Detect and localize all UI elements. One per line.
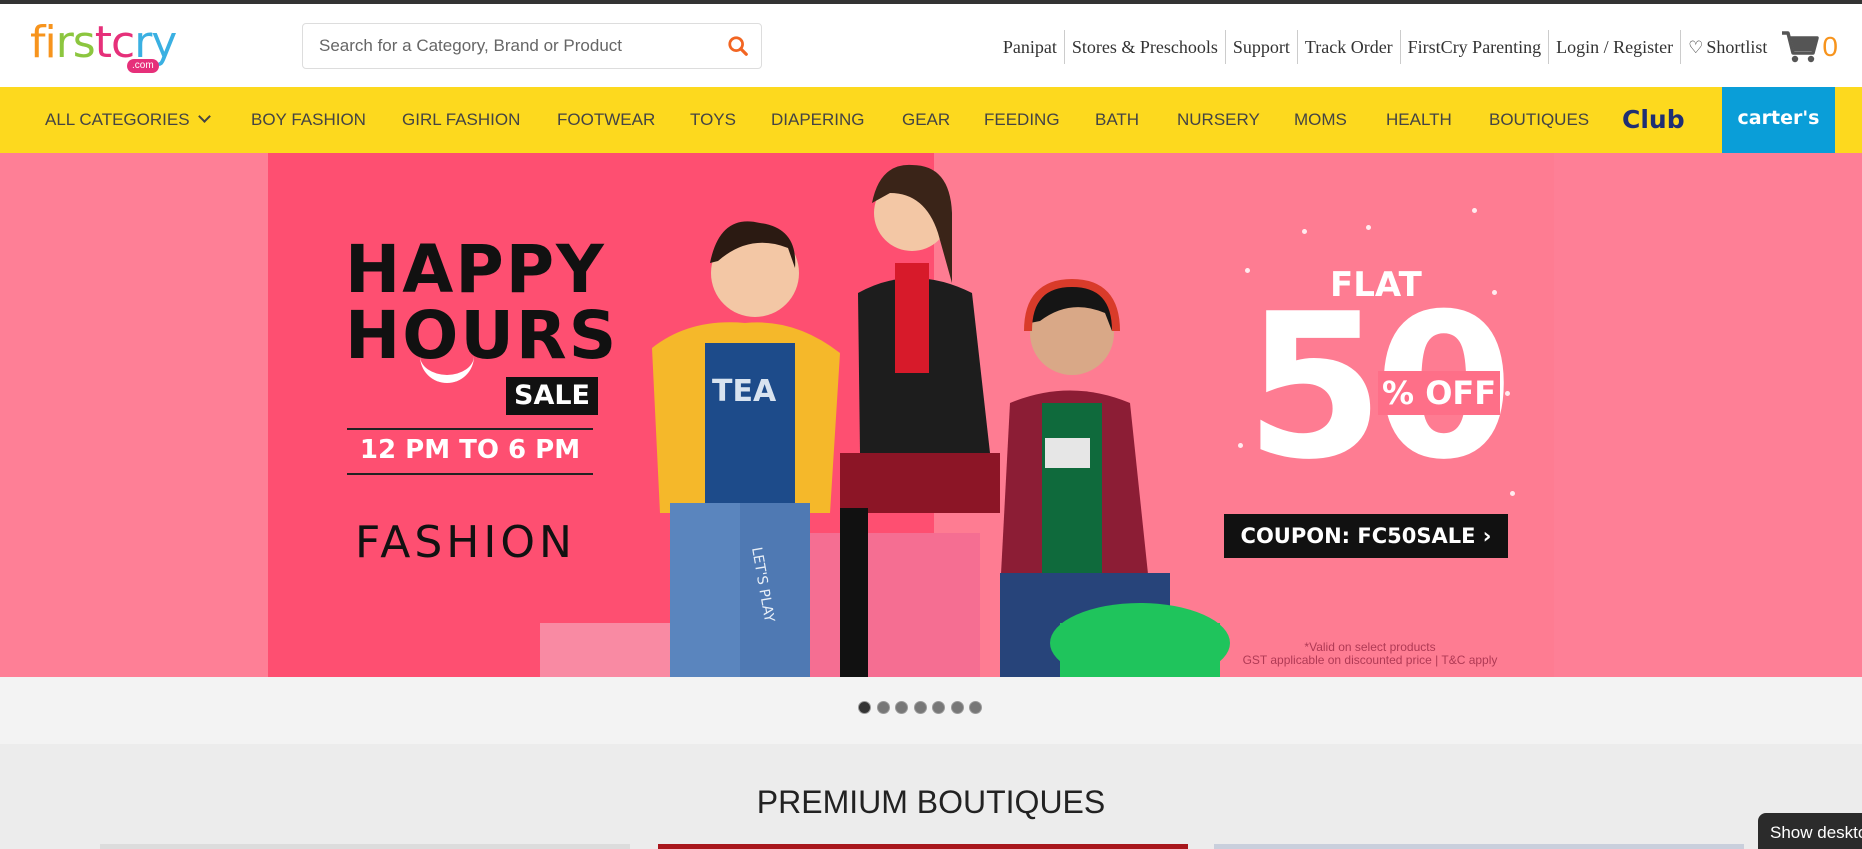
- coupon-code[interactable]: COUPON: FC50SALE ›: [1224, 514, 1508, 558]
- stores-preschools-link[interactable]: Stores & Preschools: [1065, 29, 1226, 64]
- search-input[interactable]: [319, 24, 709, 68]
- cart-icon: [1782, 30, 1820, 62]
- heart-icon: ♡: [1688, 37, 1704, 57]
- cart-count: 0: [1822, 30, 1838, 62]
- search-icon[interactable]: [727, 35, 749, 57]
- kids-photo: TEA LET'S PLAY: [540, 164, 1230, 677]
- carousel-dot[interactable]: [932, 701, 945, 714]
- carters-link[interactable]: carter's: [1722, 87, 1835, 153]
- nav-moms[interactable]: MOMS: [1294, 87, 1347, 153]
- nav-toys[interactable]: TOYS: [690, 87, 736, 153]
- search-box: [302, 23, 762, 69]
- nav-diapering[interactable]: DIAPERING: [771, 87, 865, 153]
- login-register-link[interactable]: Login / Register: [1549, 29, 1682, 64]
- nav-boy-fashion[interactable]: BOY FASHION: [251, 87, 366, 153]
- show-desktop-button[interactable]: Show deskto: [1758, 813, 1862, 849]
- premium-boutiques-section: PREMIUM BOUTIQUES: [0, 744, 1862, 849]
- nav-nursery[interactable]: NURSERY: [1177, 87, 1260, 153]
- hero-banner[interactable]: HAPPY HOURS SALE 12 PM TO 6 PM FASHION T…: [0, 153, 1862, 677]
- nav-bath[interactable]: BATH: [1095, 87, 1139, 153]
- carousel-dot[interactable]: [876, 701, 890, 714]
- support-link[interactable]: Support: [1226, 29, 1298, 64]
- nav-gear[interactable]: GEAR: [902, 87, 950, 153]
- parenting-link[interactable]: FirstCry Parenting: [1401, 29, 1550, 64]
- shortlist-link[interactable]: ♡ Shortlist: [1681, 30, 1774, 64]
- nav-label: ALL CATEGORIES: [45, 110, 190, 129]
- nav-boutiques[interactable]: BOUTIQUES: [1489, 87, 1589, 153]
- firstcry-logo[interactable]: firstcry .com: [30, 18, 180, 78]
- carousel-dots: [858, 701, 988, 714]
- fine-print-line2: GST applicable on discounted price | T&C…: [1242, 653, 1498, 667]
- chevron-down-icon: [197, 110, 211, 123]
- nav-health[interactable]: HEALTH: [1386, 87, 1452, 153]
- cart-button[interactable]: 0: [1780, 29, 1838, 65]
- club-link[interactable]: Club: [1622, 105, 1685, 135]
- section-title: PREMIUM BOUTIQUES: [756, 784, 1106, 820]
- location-link[interactable]: Panipat: [996, 29, 1065, 64]
- boutique-card[interactable]: [100, 844, 630, 849]
- nav-girl-fashion[interactable]: GIRL FASHION: [402, 87, 520, 153]
- banner-fine-print: *Valid on select products GST applicable…: [1200, 641, 1540, 667]
- shortlist-label: Shortlist: [1706, 36, 1768, 57]
- shirt-text: TEA: [712, 374, 777, 409]
- nav-footwear[interactable]: FOOTWEAR: [557, 87, 655, 153]
- boutique-card[interactable]: [1214, 844, 1744, 849]
- category-nav: ALL CATEGORIES BOY FASHION GIRL FASHION …: [0, 87, 1862, 153]
- carousel-dot[interactable]: [858, 701, 871, 714]
- nav-all-categories[interactable]: ALL CATEGORIES: [45, 87, 211, 153]
- site-header: firstcry .com Panipat Stores & Preschool…: [0, 4, 1862, 87]
- boutique-card[interactable]: [658, 844, 1188, 849]
- nav-feeding[interactable]: FEEDING: [984, 87, 1060, 153]
- carousel-dot[interactable]: [913, 701, 927, 714]
- carousel-indicator-bar: [0, 677, 1862, 744]
- off-label: % OFF: [1378, 371, 1501, 415]
- carousel-dot[interactable]: [969, 701, 982, 714]
- header-links: Panipat Stores & Preschools Support Trac…: [996, 24, 1862, 69]
- carousel-dot[interactable]: [895, 701, 908, 714]
- track-order-link[interactable]: Track Order: [1298, 29, 1401, 64]
- carousel-dot[interactable]: [950, 701, 964, 714]
- logo-com-badge: .com: [127, 59, 159, 73]
